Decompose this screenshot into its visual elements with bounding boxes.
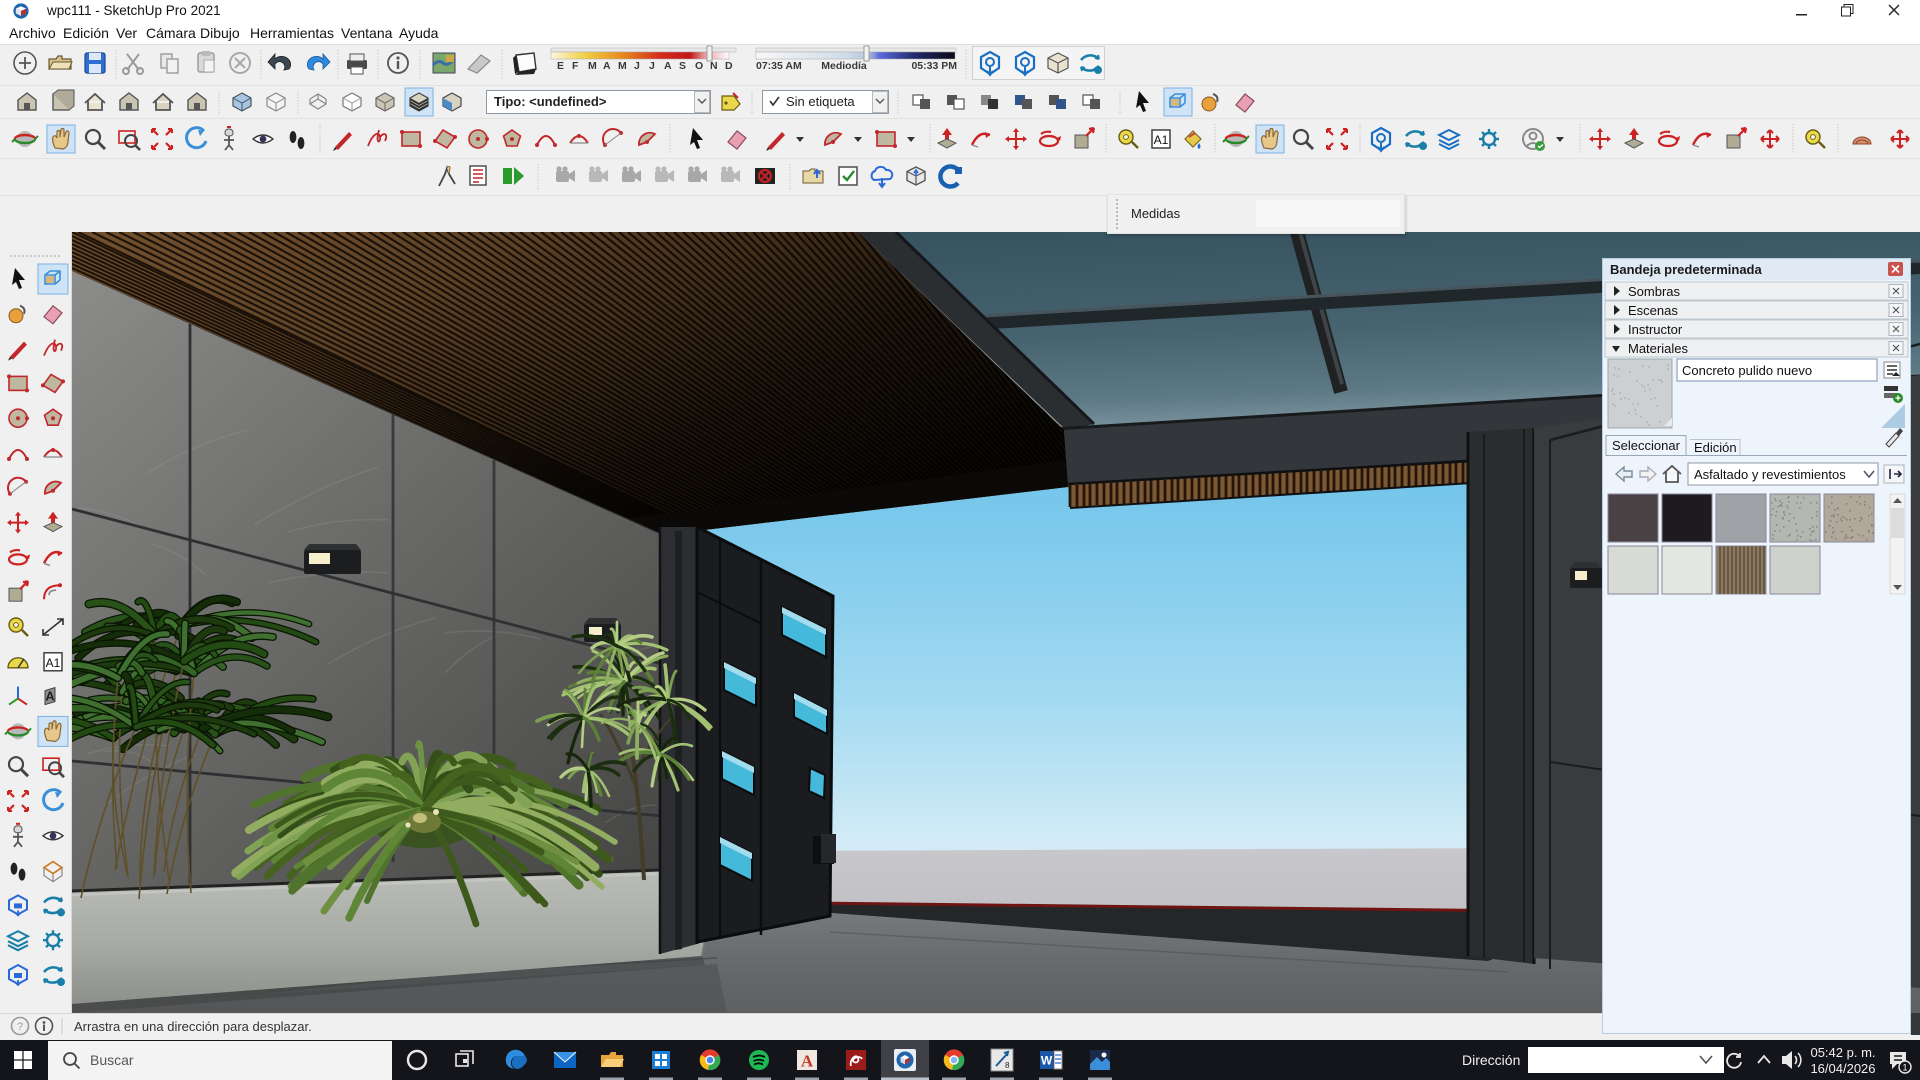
svg-text:A: A [603,60,611,72]
svg-text:Dirección: Dirección [1462,1052,1520,1068]
svg-text:Arrastra en una dirección para: Arrastra en una dirección para desplazar… [74,1019,312,1034]
svg-text:O: O [695,60,703,72]
svg-text:Instructor: Instructor [1628,322,1683,337]
svg-text:Materiales: Materiales [1628,341,1688,356]
svg-text:Bandeja predeterminada: Bandeja predeterminada [1610,262,1762,277]
svg-text:D: D [725,60,733,72]
svg-text:8: 8 [1005,1061,1010,1070]
svg-text:A1: A1 [1154,133,1169,147]
svg-text:Concreto pulido nuevo: Concreto pulido nuevo [1682,363,1812,378]
svg-text:Edición: Edición [1694,440,1737,455]
svg-text:Seleccionar: Seleccionar [1612,438,1681,453]
svg-text:M: M [588,60,597,72]
svg-text:Buscar: Buscar [90,1052,134,1068]
svg-text:M: M [618,60,627,72]
svg-text:Escenas: Escenas [1628,303,1678,318]
svg-text:Tipo: <undefined>: Tipo: <undefined> [494,94,607,109]
svg-text:A: A [801,1052,814,1071]
svg-text:E: E [557,60,564,72]
svg-text:F: F [572,60,579,72]
svg-text:?: ? [17,1021,23,1033]
svg-text:05:42 p. m.: 05:42 p. m. [1810,1045,1875,1060]
svg-text:Asfaltado y revestimientos: Asfaltado y revestimientos [1694,467,1846,482]
svg-text:S: S [679,60,686,72]
svg-text:J: J [634,60,640,72]
svg-text:J: J [649,60,655,72]
svg-text:A: A [664,60,672,72]
svg-text:16/04/2026: 16/04/2026 [1810,1061,1875,1076]
svg-text:07:35 AM: 07:35 AM [756,60,802,72]
svg-text:Mediodía: Mediodía [821,60,867,72]
svg-text:N: N [710,60,718,72]
svg-text:Sin etiqueta: Sin etiqueta [786,94,855,109]
svg-text:A: A [45,689,55,704]
svg-text:1: 1 [1902,1063,1907,1073]
svg-text:W: W [1041,1054,1053,1068]
svg-text:Sombras: Sombras [1628,284,1681,299]
svg-text:A1: A1 [46,656,61,670]
svg-text:05:33 PM: 05:33 PM [911,60,957,72]
